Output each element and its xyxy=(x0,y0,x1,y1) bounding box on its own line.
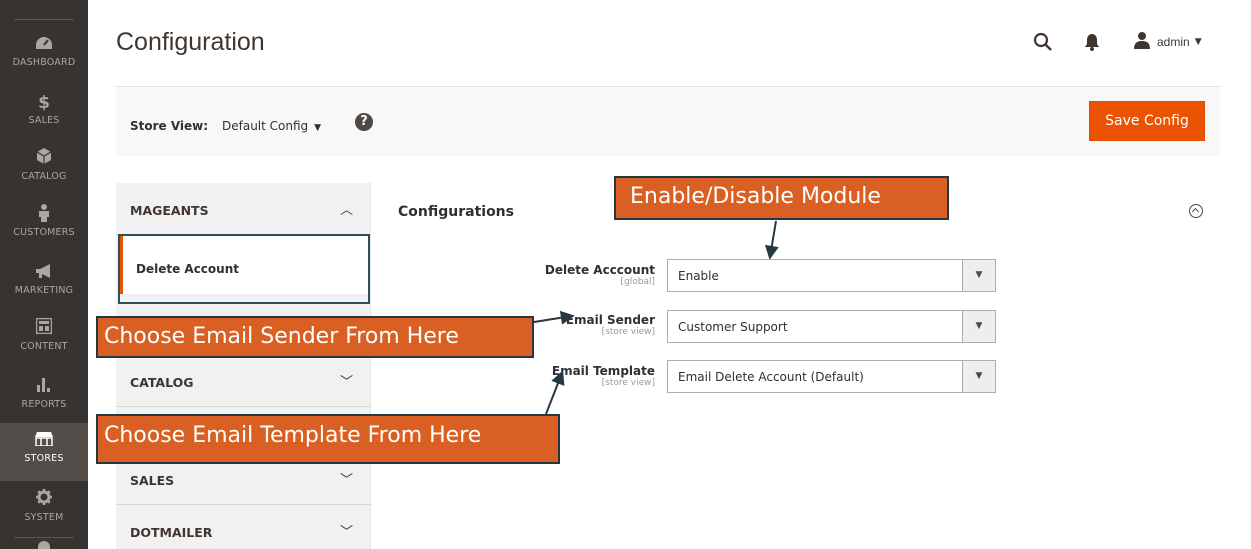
email-template-select[interactable]: Email Delete Account (Default) ▼ xyxy=(667,360,996,393)
select-caret-icon: ▼ xyxy=(962,260,995,291)
layout-icon xyxy=(0,317,88,340)
nav-label: CONTENT xyxy=(20,341,68,352)
nav-item-content[interactable]: CONTENT xyxy=(0,317,88,374)
store-view-value: Default Config xyxy=(222,119,309,133)
bar-chart-icon xyxy=(0,376,88,398)
nav-label: CATALOG xyxy=(21,171,67,182)
caret-down-icon: ▼ xyxy=(1194,37,1202,47)
nav-item-stores[interactable]: STORES xyxy=(0,423,88,481)
callout-text: Choose Email Sender From Here xyxy=(104,324,459,349)
nav-item-dashboard[interactable]: DASHBOARD xyxy=(0,34,88,90)
tab-group-dotmailer[interactable]: DOTMAILER ﹀ xyxy=(116,505,371,549)
chevron-down-icon: ﹀ xyxy=(339,473,353,488)
search-icon[interactable] xyxy=(1033,32,1053,52)
page-title: Configuration xyxy=(116,28,265,56)
tab-group-label: DOTMAILER xyxy=(130,525,213,540)
sidebar-divider xyxy=(14,537,74,538)
store-view-dropdown[interactable]: Default Config ▼ xyxy=(222,119,321,133)
field-scope: [store view] xyxy=(601,327,655,337)
delete-account-select[interactable]: Enable ▼ xyxy=(667,259,996,292)
tab-group-label: MAGEANTS xyxy=(130,203,209,218)
select-caret-icon: ▼ xyxy=(962,311,995,342)
gear-icon xyxy=(0,489,88,511)
nav-label: REPORTS xyxy=(21,399,67,410)
field-label: Email Template xyxy=(551,364,655,378)
nav-item-catalog[interactable]: CATALOG xyxy=(0,148,88,204)
store-icon xyxy=(0,430,88,452)
tab-group-catalog[interactable]: CATALOG ﹀ xyxy=(116,355,371,407)
nav-item-marketing[interactable]: MARKETING xyxy=(0,262,88,318)
field-label: Email Sender xyxy=(565,313,655,327)
megaphone-icon xyxy=(0,262,88,284)
callout-text: Choose Email Template From Here xyxy=(104,423,482,448)
select-value: Enable xyxy=(678,269,719,283)
callout-text: Enable/Disable Module xyxy=(630,184,881,209)
nav-label: CUSTOMERS xyxy=(13,227,75,238)
tab-group-mageants[interactable]: MAGEANTS ︿ xyxy=(116,183,371,235)
dollar-icon: $ xyxy=(38,93,50,113)
highlight-box xyxy=(118,234,370,304)
field-scope: [global] xyxy=(620,277,655,287)
store-view-label: Store View: xyxy=(130,119,209,133)
field-label-email-template: Email Template [store view] xyxy=(552,364,655,389)
tab-group-label: CATALOG xyxy=(130,375,194,390)
nav-item-customers[interactable]: CUSTOMERS xyxy=(0,204,88,260)
chevron-up-icon: ︿ xyxy=(339,203,353,218)
help-icon[interactable]: ? xyxy=(355,113,373,131)
notification-bell-icon[interactable] xyxy=(1084,33,1100,51)
box-icon xyxy=(0,148,88,170)
user-menu[interactable]: admin ▼ xyxy=(1133,32,1202,52)
callout-email-template: Choose Email Template From Here xyxy=(96,414,560,464)
tab-group-label: SALES xyxy=(130,473,175,488)
nav-label: STORES xyxy=(24,453,64,464)
field-label-email-sender: Email Sender [store view] xyxy=(566,313,655,338)
email-sender-select[interactable]: Customer Support ▼ xyxy=(667,310,996,343)
callout-enable-module: Enable/Disable Module xyxy=(614,176,949,220)
caret-down-icon: ▼ xyxy=(314,123,322,133)
more-nav-icon[interactable] xyxy=(38,541,50,549)
nav-label: DASHBOARD xyxy=(12,57,76,68)
nav-label: SYSTEM xyxy=(24,512,64,523)
section-title[interactable]: Configurations xyxy=(398,204,514,220)
field-scope: [store view] xyxy=(601,378,655,388)
person-icon xyxy=(0,204,88,226)
arrow-to-delete-account xyxy=(764,220,779,260)
admin-sidebar: DASHBOARD $ SALES CATALOG CUSTOMERS MARK… xyxy=(0,0,88,549)
save-config-button[interactable]: Save Config xyxy=(1089,101,1205,141)
user-name: admin xyxy=(1157,35,1190,49)
nav-item-sales[interactable]: $ SALES xyxy=(0,92,88,148)
collapse-icon[interactable] xyxy=(1189,204,1203,218)
sidebar-divider xyxy=(14,19,74,20)
chevron-down-icon: ﹀ xyxy=(339,375,353,390)
select-caret-icon: ▼ xyxy=(962,361,995,392)
nav-label: MARKETING xyxy=(14,285,74,296)
user-icon xyxy=(1133,31,1151,53)
select-value: Customer Support xyxy=(678,320,788,334)
callout-email-sender: Choose Email Sender From Here xyxy=(96,316,534,358)
select-value: Email Delete Account (Default) xyxy=(678,370,864,384)
field-label-delete-account: Delete Acccount [global] xyxy=(545,263,655,288)
chevron-down-icon: ﹀ xyxy=(339,525,353,540)
store-switcher-bar: Store View: Default Config ▼ ? Save Confi… xyxy=(116,86,1220,156)
nav-label: SALES xyxy=(28,115,60,126)
field-label: Delete Acccount xyxy=(544,263,655,277)
dashboard-icon xyxy=(0,34,88,56)
